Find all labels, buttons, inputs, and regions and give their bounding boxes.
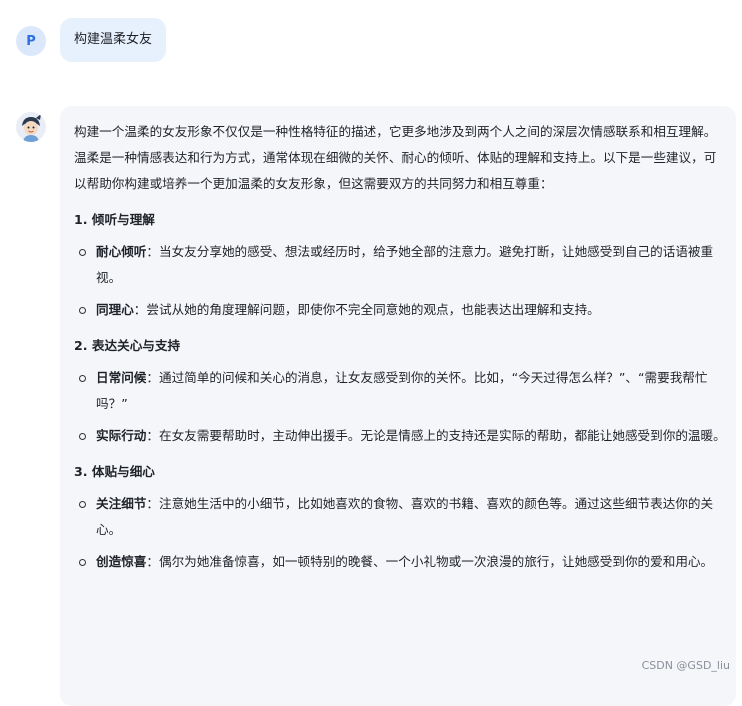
item-term: 创造惊喜 — [96, 554, 147, 569]
item-term: 日常问候 — [96, 370, 147, 385]
section-title: 2. 表达关心与支持 — [74, 338, 181, 353]
section-title: 3. 体贴与细心 — [74, 464, 155, 479]
bullet-list: 耐心倾听：当女友分享她的感受、想法或经历时，给予她全部的注意力。避免打断，让她感… — [74, 239, 726, 323]
list-item: 实际行动：在女友需要帮助时，主动伸出援手。无论是情感上的支持还是实际的帮助，都能… — [74, 423, 726, 449]
list-item: 日常问候：通过简单的问候和关心的消息，让女友感受到你的关怀。比如，“今天过得怎么… — [74, 365, 726, 417]
user-message-bubble: 构建温柔女友 — [60, 18, 167, 62]
list-item: 关注细节：注意她生活中的小细节，比如她喜欢的食物、喜欢的书籍、喜欢的颜色等。通过… — [74, 491, 726, 543]
assistant-avatar — [16, 112, 46, 142]
item-text: ：在女友需要帮助时，主动伸出援手。无论是情感上的支持还是实际的帮助，都能让她感受… — [146, 428, 726, 443]
item-term: 同理心 — [96, 302, 134, 317]
bullet-list: 日常问候：通过简单的问候和关心的消息，让女友感受到你的关怀。比如，“今天过得怎么… — [74, 365, 726, 449]
assistant-message-row: 构建一个温柔的女友形象不仅仅是一种性格特征的描述，它更多地涉及到两个人之间的深层… — [16, 106, 736, 706]
item-term: 实际行动 — [96, 428, 147, 443]
list-item: 耐心倾听：当女友分享她的感受、想法或经历时，给予她全部的注意力。避免打断，让她感… — [74, 239, 726, 291]
watermark: CSDN @GSD_liu — [641, 659, 730, 672]
item-text: ：注意她生活中的小细节，比如她喜欢的食物、喜欢的书籍、喜欢的颜色等。通过这些细节… — [96, 496, 714, 537]
item-text: ：通过简单的问候和关心的消息，让女友感受到你的关怀。比如，“今天过得怎么样？”、… — [96, 370, 708, 411]
section-title: 1. 倾听与理解 — [74, 212, 155, 227]
bullet-list: 关注细节：注意她生活中的小细节，比如她喜欢的食物、喜欢的书籍、喜欢的颜色等。通过… — [74, 491, 726, 575]
user-message-row: P 构建温柔女友 — [16, 18, 167, 62]
user-avatar: P — [16, 26, 46, 56]
item-term: 关注细节 — [96, 496, 147, 511]
list-item: 同理心：尝试从她的角度理解问题，即使你不完全同意她的观点，也能表达出理解和支持。 — [74, 297, 726, 323]
item-text: ：偶尔为她准备惊喜，如一顿特别的晚餐、一个小礼物或一次浪漫的旅行，让她感受到你的… — [146, 554, 714, 569]
assistant-message-bubble: 构建一个温柔的女友形象不仅仅是一种性格特征的描述，它更多地涉及到两个人之间的深层… — [60, 106, 736, 706]
list-item: 创造惊喜：偶尔为她准备惊喜，如一顿特别的晚餐、一个小礼物或一次浪漫的旅行，让她感… — [74, 549, 726, 575]
item-text: ：尝试从她的角度理解问题，即使你不完全同意她的观点，也能表达出理解和支持。 — [133, 302, 600, 317]
item-text: ：当女友分享她的感受、想法或经历时，给予她全部的注意力。避免打断，让她感受到自己… — [96, 244, 714, 285]
assistant-avatar-icon — [16, 112, 46, 142]
assistant-intro: 构建一个温柔的女友形象不仅仅是一种性格特征的描述，它更多地涉及到两个人之间的深层… — [74, 124, 717, 191]
item-term: 耐心倾听 — [96, 244, 147, 259]
